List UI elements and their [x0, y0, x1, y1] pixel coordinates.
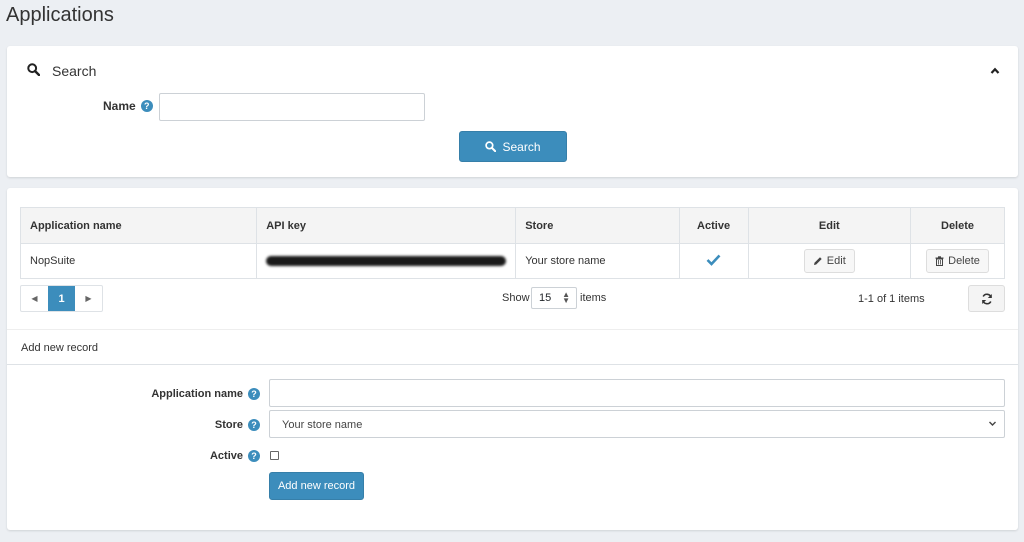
trash-icon [935, 256, 944, 266]
chevron-down-icon [989, 421, 996, 426]
column-header-active[interactable]: Active [678, 207, 749, 244]
table-row: NopSuite Your store name Edit Delete [19, 243, 1005, 279]
search-panel: Search Name ? Search [7, 46, 1018, 177]
store-label: Store ? [215, 419, 260, 431]
search-panel-header[interactable]: Search [27, 63, 96, 79]
items-label: items [580, 292, 607, 304]
add-new-record-button-label: Add new record [277, 480, 356, 492]
active-label-text: Active [209, 450, 243, 462]
add-record-header: Add new record [7, 329, 1018, 365]
help-icon[interactable]: ? [248, 419, 260, 431]
cell-delete: Delete [910, 243, 1005, 279]
add-new-record-button[interactable]: Add new record [269, 472, 364, 500]
refresh-icon [981, 293, 992, 304]
application-name-input[interactable] [269, 379, 1005, 407]
page-title: Applications [6, 4, 114, 26]
pencil-icon [813, 257, 822, 265]
search-button[interactable]: Search [459, 131, 567, 162]
delete-button[interactable]: Delete [926, 249, 989, 273]
cell-application-name: NopSuite [19, 243, 258, 279]
cell-edit: Edit [747, 243, 912, 279]
column-header-api-key[interactable]: API key [256, 207, 517, 244]
active-checkbox[interactable] [270, 451, 279, 460]
refresh-button[interactable] [968, 285, 1005, 312]
application-name-label-text: Application name [151, 388, 243, 400]
delete-button-label: Delete [948, 255, 980, 267]
previous-page-icon[interactable]: ◀ [21, 286, 48, 311]
applications-table: Application name API key Store Active Ed… [19, 207, 1005, 279]
record-count: 1-1 of 1 items [858, 293, 925, 305]
chevron-up-icon[interactable] [990, 65, 1000, 75]
search-button-label: Search [502, 139, 541, 154]
name-label-text: Name [103, 99, 136, 113]
page-size-value: 15 [539, 292, 552, 304]
search-icon [485, 141, 497, 152]
store-select-value: Your store name [282, 419, 363, 431]
search-panel-title: Search [52, 63, 97, 79]
next-page-icon[interactable]: ▶ [75, 286, 102, 311]
column-header-delete: Delete [910, 207, 1005, 244]
help-icon[interactable]: ? [248, 450, 260, 462]
store-label-text: Store [214, 419, 243, 431]
show-label: Show [502, 292, 530, 304]
name-search-input[interactable] [159, 93, 425, 121]
cell-store: Your store name [515, 243, 680, 279]
table-header-row: Application name API key Store Active Ed… [19, 207, 1005, 244]
active-label: Active ? [210, 450, 260, 462]
column-header-edit: Edit [747, 207, 912, 244]
help-icon[interactable]: ? [248, 388, 260, 400]
sort-caret-icon: ▲ ▼ [562, 290, 570, 305]
column-header-application-name[interactable]: Application name [19, 207, 258, 244]
applications-grid-panel: Application name API key Store Active Ed… [7, 188, 1018, 530]
cell-api-key [256, 243, 517, 279]
search-icon [27, 63, 41, 79]
edit-button[interactable]: Edit [803, 249, 855, 273]
help-icon[interactable]: ? [140, 100, 153, 112]
edit-button-label: Edit [826, 255, 846, 267]
page-size-select[interactable]: 15 ▲ ▼ [531, 287, 577, 309]
checkmark-icon [706, 254, 721, 266]
pagination: ◀ 1 ▶ [20, 285, 103, 312]
store-select[interactable]: Your store name [269, 410, 1005, 438]
page-button-current[interactable]: 1 [48, 286, 75, 311]
name-label: Name ? [103, 99, 153, 113]
column-header-store[interactable]: Store [515, 207, 680, 244]
cell-active [678, 243, 749, 279]
redacted-api-key [266, 256, 507, 267]
application-name-label: Application name ? [151, 388, 260, 400]
